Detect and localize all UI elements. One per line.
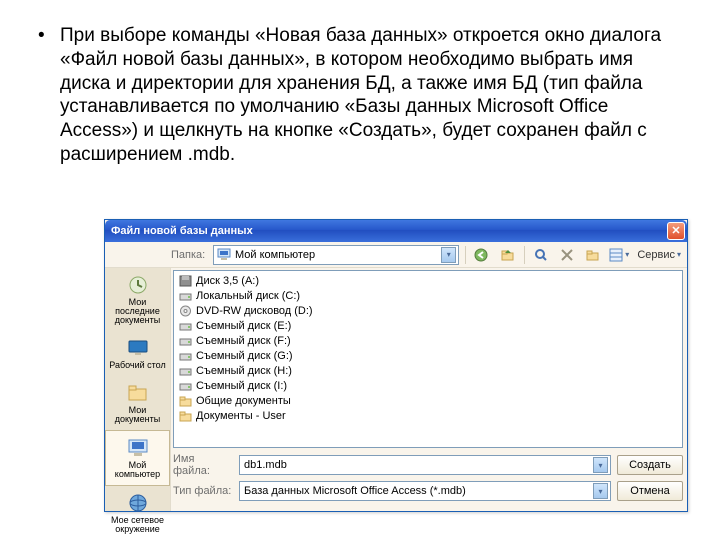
- list-item[interactable]: Съемный диск (E:): [178, 318, 678, 333]
- cd-icon: [178, 305, 192, 317]
- list-item[interactable]: Документы - User: [178, 408, 678, 423]
- chevron-down-icon[interactable]: ▾: [441, 247, 456, 263]
- sidebar-item-desktop[interactable]: Рабочий стол: [105, 331, 170, 376]
- recent-icon: [125, 274, 151, 296]
- list-item-label: Съемный диск (E:): [196, 320, 291, 332]
- sidebar-item-documents[interactable]: Мои документы: [105, 376, 170, 430]
- hdd-icon: [178, 350, 192, 362]
- bullet-paragraph: При выборе команды «Новая база данных» о…: [0, 0, 720, 167]
- list-item-label: Диск 3,5 (A:): [196, 275, 259, 287]
- up-button[interactable]: [498, 245, 518, 265]
- list-item[interactable]: Съемный диск (I:): [178, 378, 678, 393]
- back-button[interactable]: [472, 245, 492, 265]
- list-item[interactable]: Съемный диск (F:): [178, 333, 678, 348]
- main-pane: Диск 3,5 (A:) Локальный диск (C:) DVD-RW д…: [171, 268, 687, 511]
- separator: [524, 246, 525, 264]
- file-dialog: Файл новой базы данных ✕ Папка: Мой комп…: [104, 219, 688, 512]
- chevron-down-icon[interactable]: ▾: [593, 457, 608, 473]
- places-sidebar: Мои последние документы Рабочий стол Мои…: [105, 268, 171, 511]
- list-item[interactable]: Локальный диск (C:): [178, 288, 678, 303]
- toolbar: Папка: Мой компьютер ▾ ▾ С: [105, 242, 687, 268]
- filename-label: Имя файла:: [173, 453, 233, 477]
- list-item[interactable]: DVD-RW дисковод (D:): [178, 303, 678, 318]
- list-item[interactable]: Диск 3,5 (A:): [178, 273, 678, 288]
- delete-icon[interactable]: [557, 245, 577, 265]
- views-icon[interactable]: ▾: [609, 245, 629, 265]
- sidebar-item-label: Мой компьютер: [108, 461, 167, 479]
- floppy-icon: [178, 275, 192, 287]
- sidebar-item-label: Мое сетевое окружение: [107, 516, 168, 534]
- create-button[interactable]: Создать: [617, 455, 683, 475]
- sidebar-item-label: Мои документы: [107, 406, 168, 424]
- list-item[interactable]: Съемный диск (H:): [178, 363, 678, 378]
- network-icon: [125, 492, 151, 514]
- tools-menu[interactable]: Сервис ▾: [635, 249, 683, 261]
- search-icon[interactable]: [531, 245, 551, 265]
- folder-dropdown[interactable]: Мой компьютер ▾: [213, 245, 459, 265]
- computer-icon: [217, 248, 231, 261]
- sidebar-item-label: Мои последние документы: [107, 298, 168, 325]
- chevron-down-icon: ▾: [677, 250, 681, 259]
- separator: [465, 246, 466, 264]
- hdd-icon: [178, 290, 192, 302]
- list-item-label: Съемный диск (G:): [196, 350, 293, 362]
- hdd-icon: [178, 365, 192, 377]
- dialog-title: Файл новой базы данных: [111, 225, 667, 237]
- filetype-label: Тип файла:: [173, 485, 233, 497]
- hdd-icon: [178, 335, 192, 347]
- filename-value: db1.mdb: [244, 459, 593, 471]
- sidebar-item-network[interactable]: Мое сетевое окружение: [105, 486, 170, 540]
- list-item-label: Общие документы: [196, 395, 291, 407]
- sidebar-item-recent[interactable]: Мои последние документы: [105, 268, 170, 331]
- list-item-label: Съемный диск (F:): [196, 335, 291, 347]
- filetype-value: База данных Microsoft Office Access (*.m…: [244, 485, 593, 497]
- filename-input[interactable]: db1.mdb ▾: [239, 455, 611, 475]
- bottom-area: Имя файла: db1.mdb ▾ Создать Тип файла: …: [171, 450, 687, 511]
- folder-dropdown-value: Мой компьютер: [235, 249, 437, 261]
- list-item-label: Съемный диск (H:): [196, 365, 292, 377]
- cancel-button[interactable]: Отмена: [617, 481, 683, 501]
- hdd-icon: [178, 320, 192, 332]
- list-item[interactable]: Съемный диск (G:): [178, 348, 678, 363]
- tools-label: Сервис: [637, 249, 675, 261]
- file-list[interactable]: Диск 3,5 (A:) Локальный диск (C:) DVD-RW д…: [173, 270, 683, 448]
- folder-icon: [178, 410, 192, 422]
- sidebar-item-computer[interactable]: Мой компьютер: [105, 430, 170, 486]
- dialog-body: Мои последние документы Рабочий стол Мои…: [105, 268, 687, 511]
- list-item[interactable]: Общие документы: [178, 393, 678, 408]
- close-button[interactable]: ✕: [667, 222, 685, 240]
- desktop-icon: [125, 337, 151, 359]
- list-item-label: Съемный диск (I:): [196, 380, 287, 392]
- chevron-down-icon[interactable]: ▾: [593, 483, 608, 499]
- filetype-select[interactable]: База данных Microsoft Office Access (*.m…: [239, 481, 611, 501]
- computer-icon: [125, 437, 151, 459]
- folder-label: Папка:: [171, 249, 207, 261]
- titlebar[interactable]: Файл новой базы данных ✕: [105, 220, 687, 242]
- documents-icon: [125, 382, 151, 404]
- list-item-label: Документы - User: [196, 410, 286, 422]
- new-folder-icon[interactable]: [583, 245, 603, 265]
- folder-icon: [178, 395, 192, 407]
- list-item-label: DVD-RW дисковод (D:): [196, 305, 313, 317]
- hdd-icon: [178, 380, 192, 392]
- list-item-label: Локальный диск (C:): [196, 290, 300, 302]
- sidebar-item-label: Рабочий стол: [109, 361, 166, 370]
